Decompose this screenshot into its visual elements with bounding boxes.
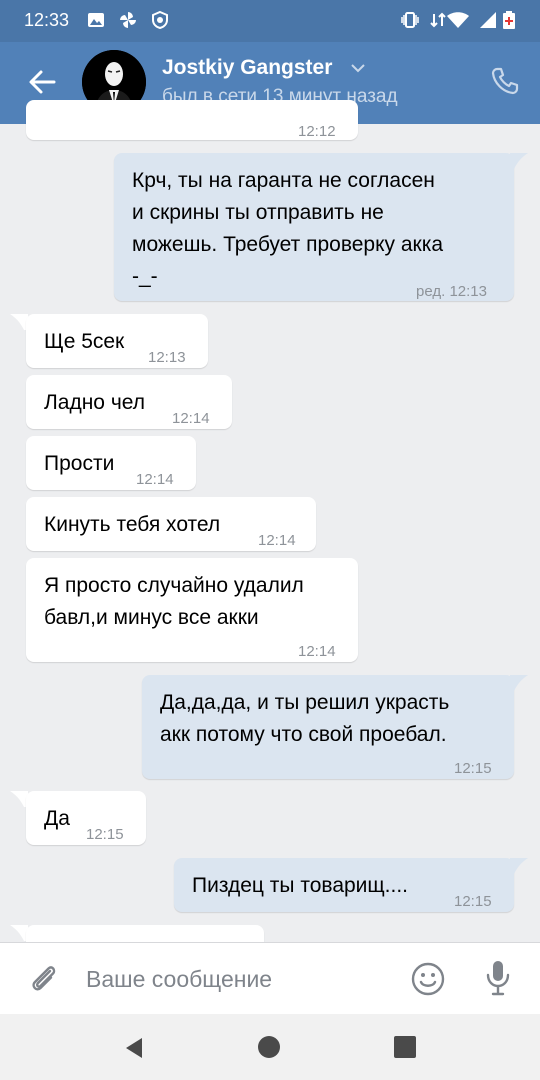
message-time: 12:12 <box>298 123 336 140</box>
message-bubble-incoming[interactable]: Прости 12:14 <box>26 436 196 490</box>
message-bubble-incoming[interactable]: Ще 5сек 12:13 <box>26 314 208 368</box>
message-time: 12:13 <box>148 349 186 366</box>
phone-icon[interactable] <box>490 66 520 96</box>
message-text: Да <box>44 807 70 830</box>
system-nav-bar <box>0 1014 540 1080</box>
message-text-line: Я просто случайно удалил <box>44 574 304 597</box>
message-text-line: -_- <box>132 265 158 288</box>
message-text: Кинуть тебя хотел <box>44 513 221 536</box>
message-bubble-incoming[interactable]: Я просто случайно удалил бавл,и минус вс… <box>26 558 358 662</box>
pinwheel-icon <box>120 12 136 28</box>
message-time: 12:15 <box>454 893 492 910</box>
message-time: 12:14 <box>258 532 296 549</box>
message-bubble-incoming[interactable]: Да 12:15 <box>26 791 146 845</box>
message-text-line: бавл,и минус все акки <box>44 606 259 629</box>
bubble-tail <box>510 153 528 169</box>
message-text: Пиздец ты товарищ.... <box>192 874 409 897</box>
shield-icon <box>152 10 168 30</box>
message-bubble-incoming[interactable]: 12:12 <box>26 100 358 140</box>
status-time: 12:33 <box>24 10 70 30</box>
microphone-icon[interactable] <box>484 959 512 997</box>
message-bubble-outgoing[interactable]: Да,да,да, и ты решил украсть акк потому … <box>142 675 514 779</box>
message-time: 12:14 <box>298 643 336 660</box>
signal-icon <box>480 12 496 28</box>
gallery-icon <box>88 13 104 27</box>
message-time: 12:15 <box>454 760 492 777</box>
battery-icon <box>503 11 515 29</box>
bubble-tail <box>510 858 528 874</box>
message-text: Прости <box>44 452 115 475</box>
message-bubble-outgoing[interactable]: Крч, ты на гаранта не согласен и скрины … <box>114 153 514 301</box>
message-bubble-outgoing[interactable]: Пиздец ты товарищ.... 12:15 <box>174 858 514 912</box>
vibrate-icon <box>401 12 419 28</box>
arrow-left-icon[interactable] <box>26 66 58 98</box>
message-time: 12:15 <box>86 826 124 843</box>
bubble-tail <box>510 675 528 691</box>
paperclip-icon[interactable] <box>26 961 60 995</box>
message-text-line: Да,да,да, и ты решил украсть <box>160 691 450 714</box>
nav-recents-icon[interactable] <box>394 1036 416 1058</box>
message-text-line: и скрины ты отправить не <box>132 201 384 224</box>
smile-icon[interactable] <box>410 961 446 997</box>
data-arrows-icon <box>430 12 446 28</box>
message-time: 12:14 <box>136 471 174 488</box>
wifi-icon <box>447 12 469 28</box>
nav-home-icon[interactable] <box>258 1036 280 1058</box>
chevron-down-icon[interactable] <box>350 62 366 74</box>
message-composer: Ваше сообщение <box>0 942 540 1015</box>
message-text-line: акк потому что свой проебал. <box>160 723 447 746</box>
nav-back-icon[interactable] <box>122 1036 146 1060</box>
message-time: ред. 12:13 <box>416 283 487 300</box>
message-bubble-incoming[interactable]: Кинуть тебя хотел 12:14 <box>26 497 316 551</box>
message-text: Ще 5сек <box>44 330 125 353</box>
message-input[interactable]: Ваше сообщение <box>86 966 272 993</box>
status-bar: 12:33 <box>0 0 540 42</box>
contact-name[interactable]: Jostkiy Gangster <box>162 56 332 80</box>
message-text-line: Крч, ты на гаранта не согласен <box>132 169 435 192</box>
message-bubble-incoming[interactable]: Ладно чел 12:14 <box>26 375 232 429</box>
message-time: 12:14 <box>172 410 210 427</box>
message-text: Ладно чел <box>44 391 146 414</box>
message-text-line: можешь. Требует проверку акка <box>132 233 444 256</box>
